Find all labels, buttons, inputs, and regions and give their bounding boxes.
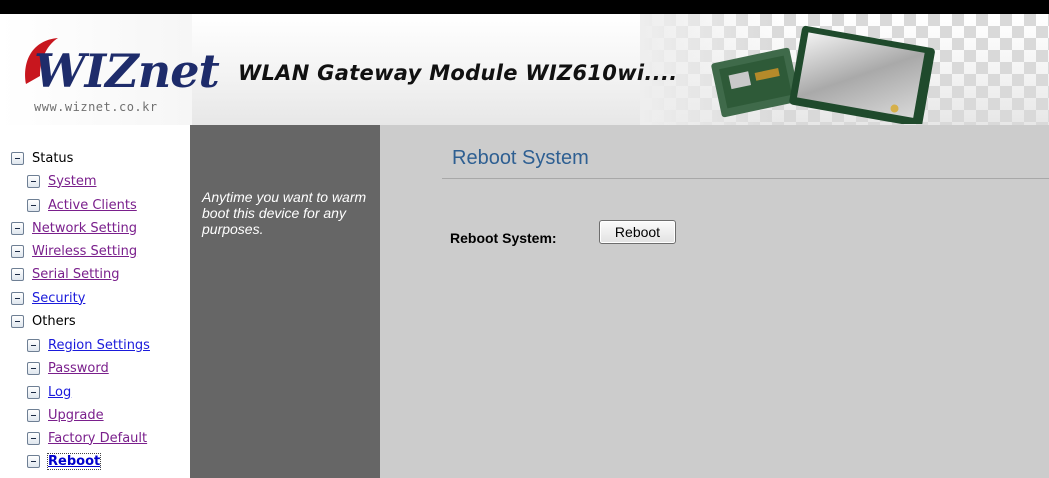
sidebar-item-label[interactable]: Security [32,291,85,306]
sidebar-item-label[interactable]: Region Settings [48,338,150,353]
collapse-minus-icon [11,244,24,258]
header-title: WLAN Gateway Module WIZ610wi.... [238,61,678,85]
sidebar-item-password[interactable]: Password [27,358,109,378]
sidebar-item-serial-setting[interactable]: Serial Setting [11,264,119,284]
sidebar-item-label[interactable]: Serial Setting [32,267,119,282]
collapse-minus-icon [27,198,40,212]
sidebar-item-label[interactable]: Password [48,361,109,376]
sidebar-item-region-settings[interactable]: Region Settings [27,335,150,355]
wlan-module-icon [711,25,935,124]
main-content: Reboot System Reboot System: Reboot [380,125,1049,478]
logo-text: WIZnet [34,44,220,98]
wiznet-logo: WIZnet www.wiznet.co.kr [0,14,220,125]
collapse-minus-icon[interactable] [11,314,24,328]
page-header: WIZnet www.wiznet.co.kr WLAN Gateway Mod… [0,14,1049,125]
sidebar-item-factory-default[interactable]: Factory Default [27,428,147,448]
help-text: Anytime you want to warm boot this devic… [202,189,367,237]
reboot-system-label: Reboot System: [450,230,557,246]
page-title: Reboot System [452,147,589,169]
collapse-minus-icon [27,431,40,445]
sidebar-item-status[interactable]: Status [11,148,73,168]
collapse-minus-icon [27,361,40,375]
collapse-minus-icon [11,267,24,281]
logo-url: www.wiznet.co.kr [34,100,158,114]
title-divider [442,178,1049,179]
sidebar-item-log[interactable]: Log [27,382,71,402]
collapse-minus-icon [27,338,40,352]
sidebar-item-active-clients[interactable]: Active Clients [27,195,137,215]
sidebar-item-wireless-setting[interactable]: Wireless Setting [11,241,137,261]
sidebar-item-reboot[interactable]: Reboot [27,451,102,471]
sidebar-item-security[interactable]: Security [11,288,85,308]
collapse-minus-icon [27,385,40,399]
help-panel: Anytime you want to warm boot this devic… [190,125,380,478]
collapse-minus-icon [11,291,24,305]
sidebar-item-label[interactable]: Network Setting [32,221,137,236]
sidebar-item-label[interactable]: Wireless Setting [32,244,137,259]
collapse-minus-icon [27,174,40,188]
sidebar-item-upgrade[interactable]: Upgrade [27,405,104,425]
collapse-minus-icon[interactable] [11,151,24,165]
collapse-minus-icon [27,408,40,422]
sidebar-item-others[interactable]: Others [11,311,76,331]
sidebar-item-label[interactable]: Reboot [46,452,102,470]
collapse-minus-icon [27,454,40,468]
sidebar-item-label[interactable]: System [48,174,96,189]
reboot-button[interactable]: Reboot [599,220,676,244]
collapse-minus-icon [11,221,24,235]
sidebar-item-label[interactable]: Active Clients [48,198,137,213]
sidebar-item-label[interactable]: Factory Default [48,431,147,446]
sidebar-item-system[interactable]: System [27,171,96,191]
sidebar-item-label[interactable]: Log [48,385,71,400]
top-black-bar [0,0,1049,14]
sidebar-nav: Status System Active Clients Network Set… [0,125,190,478]
sidebar-item-label: Others [32,313,76,329]
sidebar-item-network-setting[interactable]: Network Setting [11,218,137,238]
sidebar-item-label[interactable]: Upgrade [48,408,104,423]
sidebar-item-label: Status [32,150,74,166]
